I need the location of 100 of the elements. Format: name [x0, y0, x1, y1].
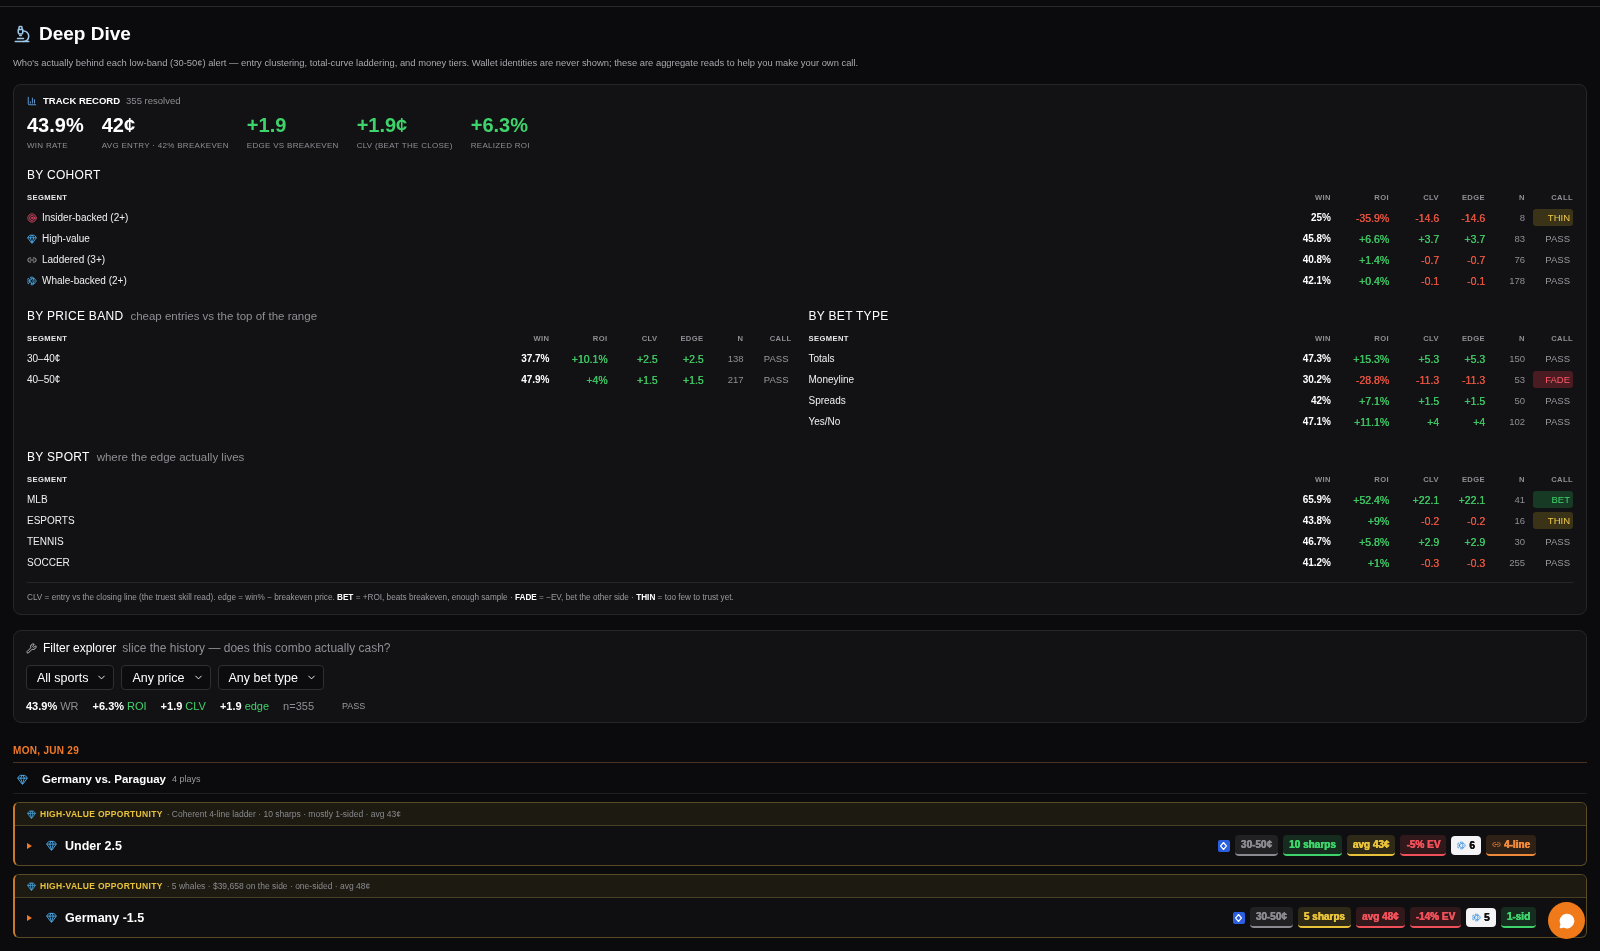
call-tag: PASS [1533, 251, 1573, 268]
stat-value: +1.9¢ [356, 114, 409, 137]
sample-size: n=355 [283, 700, 314, 712]
segment-cell: SOCCER [27, 557, 70, 568]
diamond-icon [27, 881, 36, 891]
edge-cell-text: +1.5 [681, 373, 704, 386]
segment-cell: MLB [27, 494, 48, 505]
play-count: 4 plays [172, 774, 201, 784]
win-cell-text: 42.1% [1301, 275, 1331, 286]
section-subtitle: cheap entries vs the top of the range [130, 310, 318, 322]
chain-icon [27, 254, 37, 265]
segment-cell: Spreads [808, 395, 846, 406]
play-card[interactable]: HIGH-VALUE OPPORTUNITY · Coherent 4-line ladder · 10 sharps · mostly 1-sided · avg 43¢ Under 2.5 30-50¢ 10 sharps avg 43¢ -5% EV 6 4-line [13, 802, 1587, 866]
filter-select[interactable]: Any price [121, 665, 211, 690]
segment-cell: Moneyline [808, 374, 855, 385]
segment-cell: Whale-backed (2+) [42, 275, 127, 286]
filter-stat-value: +1.9 [219, 700, 242, 712]
stat-chip: avg 43¢ [1346, 835, 1396, 856]
section-subtitle: where the edge actually lives [96, 451, 245, 463]
edge-cell-text: +2.5 [681, 352, 704, 365]
edge-cell-text: -0.7 [1465, 253, 1485, 266]
edge-cell-text: +22.1 [1457, 493, 1485, 506]
date-header: MON, JUN 29 [13, 745, 1587, 763]
roi-cell-text: -28.8% [1354, 373, 1389, 386]
count-cell-text: 102 [1508, 416, 1525, 427]
edge-cell-text: -0.1 [1465, 274, 1485, 287]
track-record-title: TRACK RECORD [43, 95, 121, 106]
edge-cell-text: +5.3 [1463, 352, 1485, 365]
roi-cell-text: -35.9% [1354, 211, 1389, 224]
clv-cell-text: -0.7 [1419, 253, 1439, 266]
win-cell-text: 65.9% [1301, 494, 1331, 505]
filter-select[interactable]: Any bet type [217, 665, 324, 690]
filter-title: Filter explorer [43, 641, 117, 655]
play-card[interactable]: HIGH-VALUE OPPORTUNITY · 5 whales · $39,658 on the side · one-sided · avg 48¢ Germany -1.5 30-50¢ 5 sharps avg 48¢ -14% EV 5 1-sid [13, 874, 1587, 938]
segment-cell: 40–50¢ [27, 374, 61, 385]
stat-value: +1.9 [246, 114, 288, 137]
stat-chip: 10 sharps [1283, 835, 1342, 856]
chain-icon [1491, 840, 1501, 849]
stat-value: +6.3% [470, 114, 529, 137]
segment-cell: TENNIS [27, 536, 64, 547]
stat-label: EDGE VS BREAKEVEN [246, 141, 339, 150]
call-tag: THIN [1533, 209, 1573, 226]
win-cell-text: 37.7% [520, 353, 550, 364]
call-tag: BET [1533, 491, 1573, 508]
count-cell-text: 178 [1508, 275, 1525, 286]
call-tag: FADE [1533, 371, 1573, 388]
filter-stat-unit: ROI [127, 700, 147, 712]
filter-select[interactable]: All sports [26, 665, 115, 690]
clv-cell-text: +22.1 [1411, 493, 1439, 506]
roi-cell-text: +1.4% [1357, 253, 1389, 266]
segment-cell: Insider-backed (2+) [42, 212, 129, 223]
chat-icon [1558, 912, 1575, 929]
roi-cell-text: +4% [585, 373, 608, 386]
edge-cell-text: +2.9 [1463, 535, 1485, 548]
stat-value: 42¢ [101, 114, 137, 137]
clv-cell-text: +1.5 [1417, 394, 1439, 407]
win-cell-text: 42% [1310, 395, 1331, 406]
caret-icon [27, 842, 32, 849]
segment-cell: Yes/No [808, 416, 841, 427]
caret-icon [27, 914, 32, 921]
call-tag: PASS [751, 350, 792, 367]
play-summary: · 5 whales · $39,658 on the side · one-sided · avg 48¢ [166, 881, 371, 891]
diamond-icon [27, 233, 37, 244]
clv-cell-text: -11.3 [1414, 373, 1439, 386]
count-cell-text: 217 [726, 374, 744, 385]
call-tag: PASS [1533, 554, 1573, 571]
stat-chip: -14% EV [1409, 907, 1462, 928]
microscope-icon [13, 25, 31, 43]
roi-cell-text: +10.1% [570, 352, 608, 365]
call-tag: PASS [1533, 413, 1573, 430]
count-cell-text: 76 [1513, 254, 1525, 265]
clv-cell-text: +3.7 [1417, 232, 1439, 245]
diamond-icon [17, 773, 28, 785]
stat-chip: 30-50¢ [1249, 907, 1293, 928]
segment-cell: ESPORTS [27, 515, 75, 526]
segment-cell: Totals [808, 353, 835, 364]
section-title: BY SPORT [27, 450, 90, 464]
diamond-icon [46, 912, 57, 923]
edge-cell-text: +3.7 [1463, 232, 1485, 245]
count-cell-text: 16 [1513, 515, 1525, 526]
count-cell-text: 255 [1508, 557, 1525, 568]
play-summary: · Coherent 4-line ladder · 10 sharps · mostly 1-sided · avg 43¢ [166, 809, 401, 819]
roi-cell-text: +5.8% [1357, 535, 1389, 548]
roi-cell-text: +1% [1366, 556, 1389, 569]
call-tag: PASS [1533, 533, 1573, 550]
call-tag: THIN [1533, 512, 1573, 529]
stat-chip: 4-line [1485, 835, 1536, 856]
stat-value: 43.9% [27, 114, 84, 137]
stat-chip: 5 [1466, 908, 1496, 927]
page-subtitle: Who's actually behind each low-band (30-50¢) alert — entry clustering, total-curve laddering, and money tiers. Wallet identities are never shown; these are aggregate reads to help you make your own call. [13, 57, 860, 68]
call-tag: PASS [1533, 230, 1573, 247]
segment-cell: High-value [42, 233, 90, 244]
diamond-icon [46, 840, 57, 851]
win-cell-text: 40.8% [1301, 254, 1331, 265]
count-cell-text: 150 [1508, 353, 1525, 364]
clv-cell-text: -0.2 [1419, 514, 1439, 527]
stat-label: REALIZED ROI [470, 141, 530, 150]
filter-stat-unit: WR [60, 700, 79, 712]
filter-stat-value: 43.9% [26, 700, 58, 712]
stat-chip: 1-sid [1500, 907, 1536, 928]
